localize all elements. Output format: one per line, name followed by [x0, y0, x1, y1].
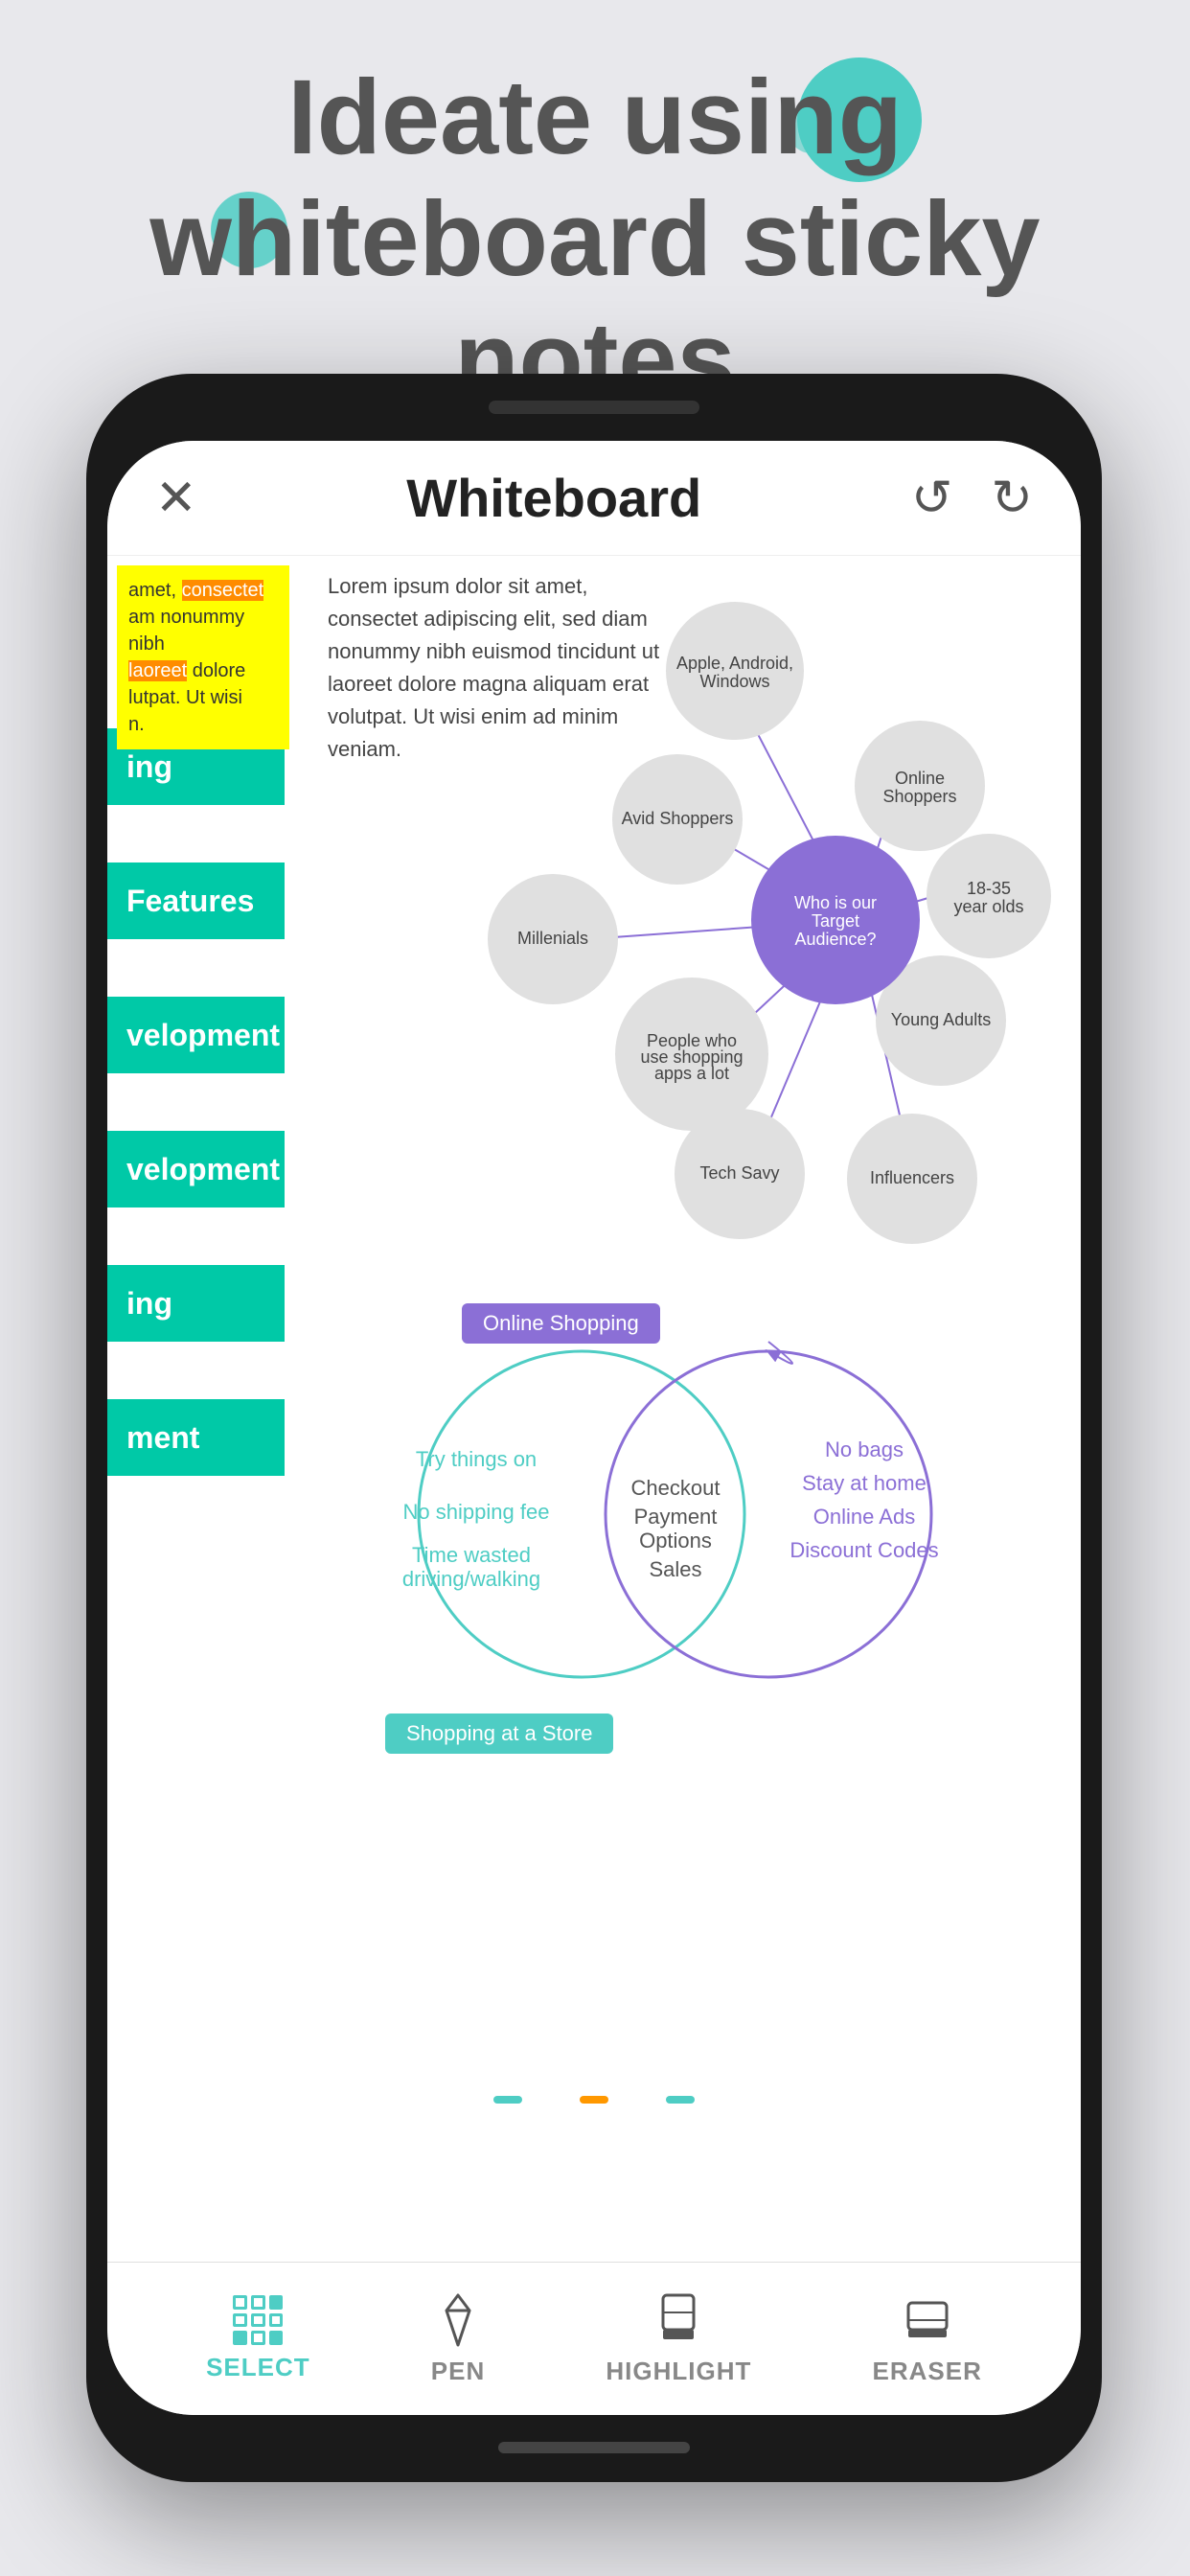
toolbar-eraser-label: ERASER — [873, 2357, 982, 2386]
svg-text:Tech Savy: Tech Savy — [699, 1163, 779, 1183]
svg-text:apps a lot: apps a lot — [654, 1064, 729, 1083]
svg-text:Millenials: Millenials — [517, 929, 588, 948]
svg-text:Sales: Sales — [649, 1557, 701, 1581]
svg-text:No bags: No bags — [825, 1438, 904, 1461]
color-dot-teal2 — [666, 2096, 695, 2104]
svg-text:Target: Target — [812, 911, 859, 931]
svg-text:Online Ads: Online Ads — [813, 1505, 915, 1529]
app-title: Whiteboard — [406, 467, 701, 529]
svg-text:Options: Options — [639, 1529, 712, 1552]
app-header: ✕ Whiteboard ↺ ↻ — [107, 441, 1081, 556]
svg-text:Young Adults: Young Adults — [891, 1010, 991, 1029]
svg-text:Stay at home: Stay at home — [802, 1471, 927, 1495]
svg-text:Apple, Android,: Apple, Android, — [676, 654, 793, 673]
phone-frame: ✕ Whiteboard ↺ ↻ ing Features velopment … — [86, 374, 1102, 2482]
svg-text:year olds: year olds — [953, 897, 1023, 916]
mindmap-svg: Apple, Android, Windows Online Shoppers … — [299, 565, 1081, 1313]
svg-text:18-35: 18-35 — [967, 879, 1011, 898]
toolbar-highlight-label: HIGHLIGHT — [606, 2357, 751, 2386]
svg-text:Try things on: Try things on — [416, 1447, 537, 1471]
phone-notch — [489, 401, 699, 414]
toolbar-pen-label: PEN — [431, 2357, 485, 2386]
color-dot-orange — [580, 2096, 608, 2104]
svg-text:No shipping fee: No shipping fee — [403, 1500, 550, 1524]
sidebar-bar-4: velopment — [107, 1131, 285, 1208]
close-button[interactable]: ✕ — [155, 470, 197, 527]
svg-text:Online: Online — [895, 769, 945, 788]
toolbar-pen[interactable]: PEN — [431, 2291, 485, 2386]
svg-text:Payment: Payment — [634, 1505, 718, 1529]
svg-text:Checkout: Checkout — [631, 1476, 721, 1500]
sidebar-bar-6: ment — [107, 1399, 285, 1476]
app-content: ing Features velopment velopment ing men… — [107, 556, 1081, 2262]
hero-title: Ideate using whiteboard sticky notes — [0, 58, 1190, 422]
sidebar-bar-3: velopment — [107, 997, 285, 1073]
yellow-sticky-note: amet, consectet am nonummy nibh laoreet … — [117, 565, 289, 749]
undo-button[interactable]: ↺ — [911, 470, 953, 527]
color-indicator-dots — [107, 2096, 1081, 2104]
svg-text:Audience?: Audience? — [794, 930, 876, 949]
toolbar-highlight[interactable]: HIGHLIGHT — [606, 2291, 751, 2386]
toolbar-eraser[interactable]: ERASER — [873, 2291, 982, 2386]
store-label: Shopping at a Store — [385, 1714, 613, 1754]
color-dot-teal — [493, 2096, 522, 2104]
toolbar-select-label: SELECT — [206, 2353, 310, 2382]
sidebar-bar-5: ing — [107, 1265, 285, 1342]
home-indicator — [498, 2442, 690, 2453]
sidebar-bar-2: Features — [107, 862, 285, 939]
canvas-area[interactable]: ing Features velopment velopment ing men… — [107, 556, 1081, 2262]
venn-svg: Try things on No shipping fee Time waste… — [299, 1284, 1081, 1763]
svg-text:Shoppers: Shoppers — [882, 787, 956, 806]
svg-text:Discount Codes: Discount Codes — [790, 1538, 938, 1562]
svg-text:Influencers: Influencers — [870, 1168, 954, 1187]
svg-text:driving/walking: driving/walking — [402, 1567, 540, 1591]
app-toolbar: SELECT PEN HIGHLIGHT — [107, 2262, 1081, 2415]
redo-button[interactable]: ↻ — [991, 470, 1033, 527]
online-shopping-label: Online Shopping — [462, 1303, 660, 1344]
toolbar-select[interactable]: SELECT — [206, 2295, 310, 2382]
phone-screen: ✕ Whiteboard ↺ ↻ ing Features velopment … — [107, 441, 1081, 2415]
eraser-icon — [903, 2291, 952, 2349]
svg-text:Time wasted: Time wasted — [412, 1543, 531, 1567]
svg-text:Who is our: Who is our — [794, 893, 877, 912]
venn-diagram-area: Online Shopping Try things on — [299, 1284, 1081, 1763]
highlight-icon — [653, 2291, 703, 2349]
header-action-icons: ↺ ↻ — [911, 470, 1033, 527]
svg-text:Windows: Windows — [699, 672, 769, 691]
svg-text:Avid Shoppers: Avid Shoppers — [622, 809, 734, 828]
pen-icon — [433, 2291, 483, 2349]
